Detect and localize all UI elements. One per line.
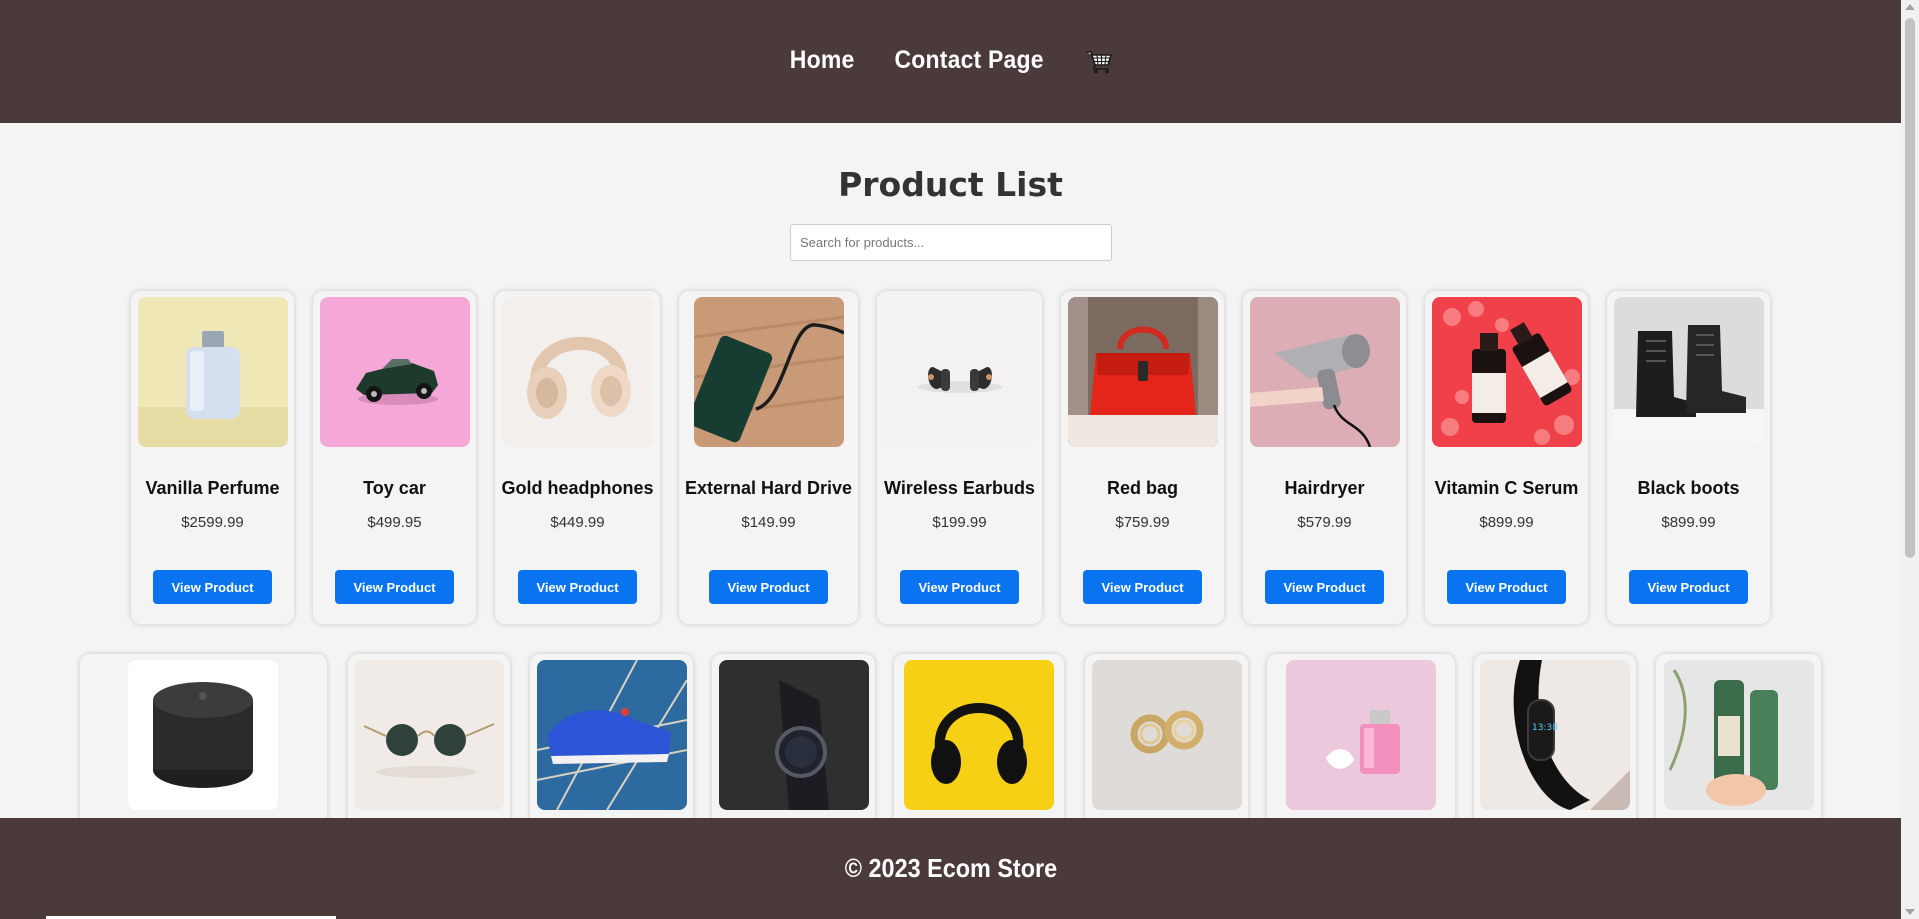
product-card: Red bag $759.99 View Product	[1061, 291, 1224, 624]
product-name: Toy car	[363, 478, 426, 498]
product-image-watch[interactable]	[719, 660, 869, 810]
product-card	[80, 654, 327, 818]
product-image-hard-drive[interactable]	[694, 297, 844, 447]
vertical-scrollbar[interactable]	[1901, 0, 1919, 919]
product-image-serum[interactable]	[1432, 297, 1582, 447]
cart-icon[interactable]	[1084, 46, 1114, 76]
product-name: Gold headphones	[501, 478, 654, 498]
footer-copyright: © 2023 Ecom Store	[844, 853, 1057, 883]
svg-text:13:38: 13:38	[1532, 723, 1558, 733]
view-product-button[interactable]: View Product	[1629, 570, 1748, 604]
product-image-sunglasses[interactable]	[354, 660, 504, 810]
product-price: $199.99	[932, 514, 987, 531]
view-product-button[interactable]: View Product	[1265, 570, 1384, 604]
product-image-hairdryer[interactable]	[1250, 297, 1400, 447]
product-price: $899.99	[1479, 514, 1534, 531]
product-card	[1085, 654, 1248, 818]
scroll-thumb[interactable]	[1905, 18, 1915, 558]
product-image-pink-perfume[interactable]	[1286, 660, 1436, 810]
main-content: Product List Vanilla Perfume $2599.99 Vi…	[0, 123, 1901, 818]
view-product-button[interactable]: View Product	[335, 570, 454, 604]
product-image-earrings[interactable]	[1092, 660, 1242, 810]
product-image-sneakers[interactable]	[537, 660, 687, 810]
product-image-speaker[interactable]	[128, 660, 278, 810]
product-image-earbuds[interactable]	[885, 297, 1035, 447]
product-image-headphones[interactable]	[503, 297, 653, 447]
product-price: $449.99	[550, 514, 605, 531]
product-image-boots[interactable]	[1614, 297, 1764, 447]
view-product-button[interactable]: View Product	[153, 570, 272, 604]
page-title: Product List	[838, 165, 1063, 204]
product-name: Wireless Earbuds	[884, 478, 1035, 498]
nav-home-link[interactable]: Home	[790, 46, 855, 75]
product-card: Vitamin C Serum $899.99 View Product	[1425, 291, 1588, 624]
product-price: $899.99	[1661, 514, 1716, 531]
scroll-up-icon[interactable]	[1905, 4, 1915, 10]
product-card	[712, 654, 875, 818]
product-card: Wireless Earbuds $199.99 View Product	[877, 291, 1042, 624]
product-card: 13:38	[1474, 654, 1636, 818]
product-image-toy-car[interactable]	[320, 297, 470, 447]
view-product-button[interactable]: View Product	[709, 570, 828, 604]
product-name: Red bag	[1106, 478, 1178, 498]
product-card	[530, 654, 693, 818]
search-input[interactable]	[790, 224, 1112, 261]
product-name: External Hard Drive	[684, 478, 853, 498]
view-product-button[interactable]: View Product	[900, 570, 1019, 604]
product-card	[348, 654, 510, 818]
product-price: $149.99	[741, 514, 796, 531]
product-card: Hairdryer $579.99 View Product	[1243, 291, 1406, 624]
view-product-button[interactable]: View Product	[1083, 570, 1202, 604]
product-image-fitness-band[interactable]: 13:38	[1480, 660, 1630, 810]
product-name: Hairdryer	[1284, 478, 1365, 498]
product-card: Gold headphones $449.99 View Product	[495, 291, 660, 624]
nav-contact-link[interactable]: Contact Page	[894, 46, 1043, 75]
product-image-shampoo[interactable]	[1664, 660, 1814, 810]
product-image-red-bag[interactable]	[1068, 297, 1218, 447]
product-price: $2599.99	[181, 514, 244, 531]
product-name: Vanilla Perfume	[145, 478, 280, 498]
view-product-button[interactable]: View Product	[1447, 570, 1566, 604]
product-price: $499.95	[367, 514, 422, 531]
scroll-down-icon[interactable]	[1905, 909, 1915, 915]
view-product-button[interactable]: View Product	[518, 570, 637, 604]
product-card	[1656, 654, 1821, 818]
product-card	[1267, 654, 1455, 818]
product-card	[894, 654, 1064, 818]
product-card: External Hard Drive $149.99 View Product	[679, 291, 858, 624]
product-price: $579.99	[1297, 514, 1352, 531]
site-footer: © 2023 Ecom Store	[0, 818, 1901, 919]
product-image-yellow-headphones[interactable]	[904, 660, 1054, 810]
product-card: Toy car $499.95 View Product	[313, 291, 476, 624]
product-price: $759.99	[1115, 514, 1170, 531]
product-card: Vanilla Perfume $2599.99 View Product	[131, 291, 294, 624]
product-card: Black boots $899.99 View Product	[1607, 291, 1770, 624]
product-name: Vitamin C Serum	[1434, 478, 1579, 498]
product-image-perfume[interactable]	[138, 297, 288, 447]
product-name: Black boots	[1637, 478, 1740, 498]
site-header: Home Contact Page	[0, 0, 1901, 123]
